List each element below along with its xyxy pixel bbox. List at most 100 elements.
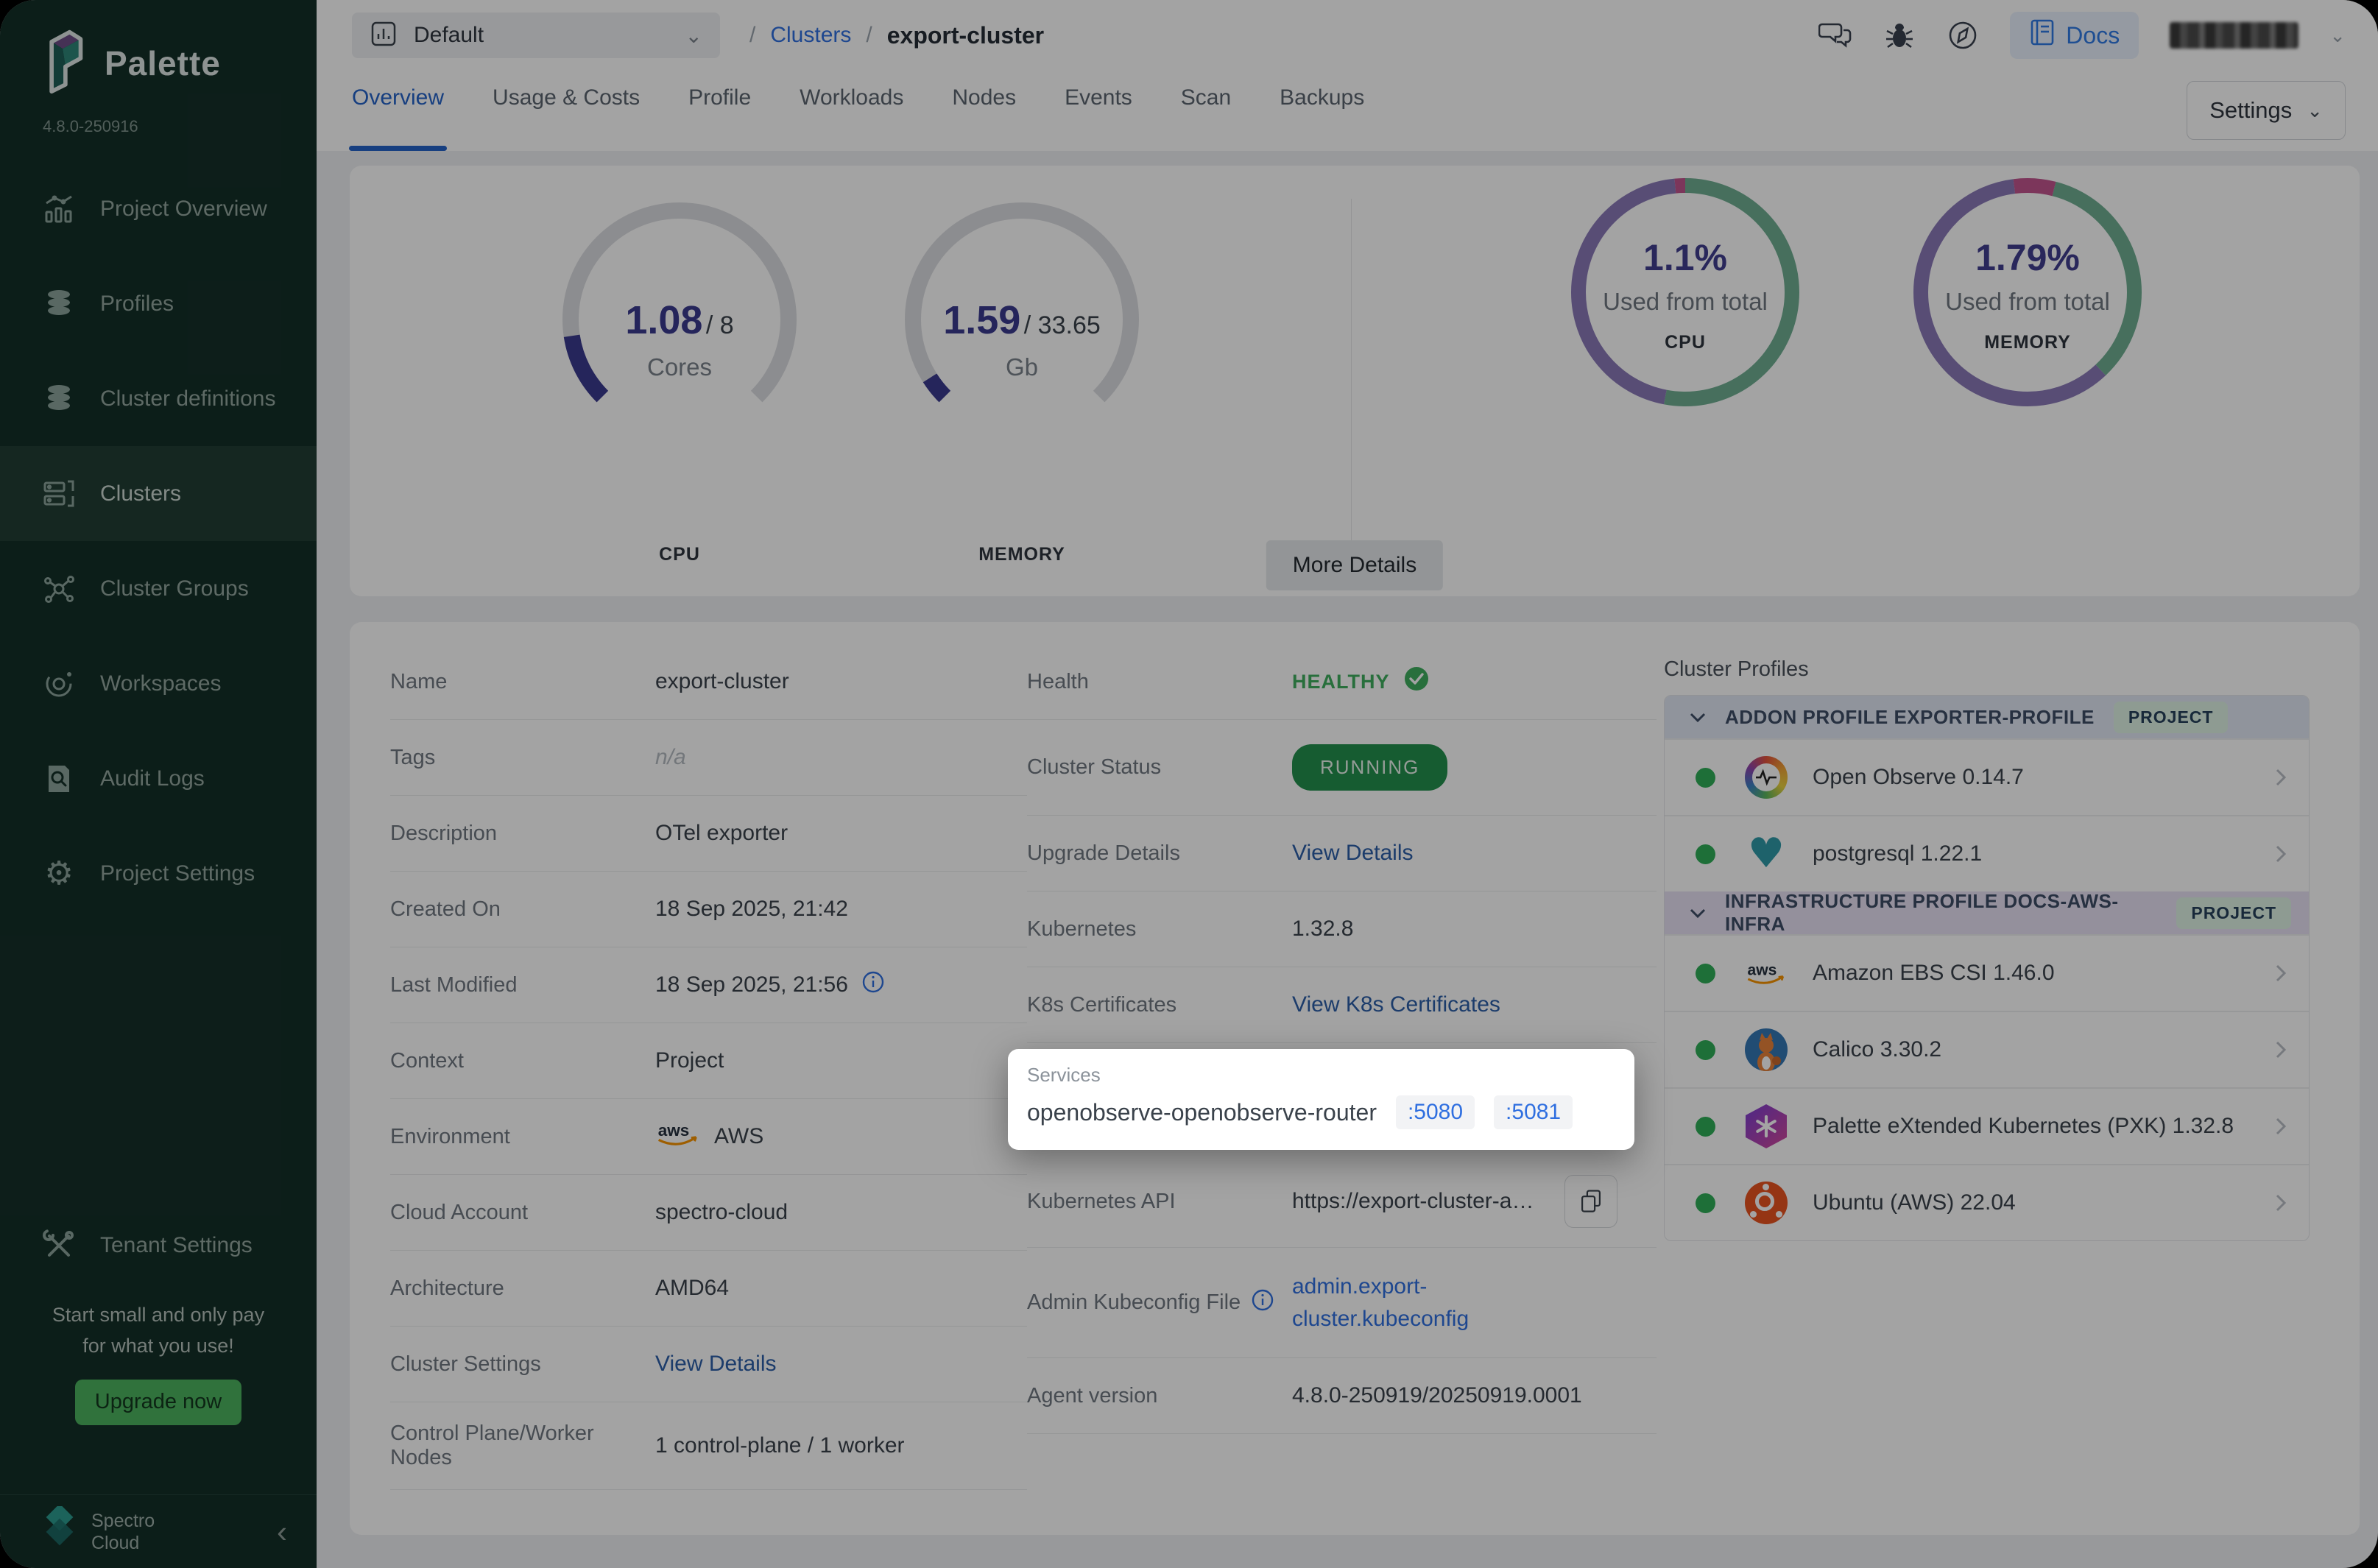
sidebar-item-clusters[interactable]: Clusters: [0, 446, 317, 541]
status-dot: [1696, 844, 1715, 864]
topbar: Default ⌄ / Clusters / export-cluster: [317, 0, 2378, 151]
view-k8s-certificates-link[interactable]: View K8s Certificates: [1292, 992, 1500, 1017]
ubuntu-logo: [1743, 1180, 1789, 1226]
kubernetes-api-url: https://export-cluster-apiser...: [1292, 1189, 1542, 1214]
addon-profile-header[interactable]: ADDON PROFILE EXPORTER-PROFILE PROJECT: [1665, 696, 2309, 738]
project-badge: PROJECT: [2176, 897, 2291, 929]
memory-gauge: 1.59 / 33.65 Gb MEMORY: [897, 194, 1147, 596]
chevron-right-icon: [2275, 1117, 2287, 1136]
sidebar-item-workspaces[interactable]: Workspaces: [0, 636, 317, 731]
sidebar-item-cluster-groups[interactable]: Cluster Groups: [0, 541, 317, 636]
sidebar-item-profiles[interactable]: Profiles: [0, 256, 317, 351]
status-row-cluster-status: Cluster Status RUNNING: [1027, 720, 1657, 816]
bug-report-icon[interactable]: [1883, 19, 1916, 52]
sidebar-item-label: Project Overview: [100, 197, 267, 222]
cpu-gauge-label: CPU: [554, 544, 805, 565]
upgrade-now-button[interactable]: Upgrade now: [75, 1380, 241, 1425]
memory-usage-donut: 1.79% Used from total MEMORY: [1910, 174, 2145, 596]
tab-nodes[interactable]: Nodes: [952, 85, 1016, 151]
memory-used-percent: 1.79%: [1910, 236, 2145, 279]
user-name-redacted[interactable]: [2170, 22, 2298, 49]
cpu-used-value: 1.08: [625, 298, 702, 342]
chevron-right-icon: [2275, 768, 2287, 787]
service-port-5080-link[interactable]: :5080: [1396, 1095, 1475, 1129]
more-details-button[interactable]: More Details: [1266, 540, 1443, 590]
openobserve-logo: [1743, 755, 1789, 800]
kubeconfig-download-link[interactable]: admin.export-cluster.kubeconfig: [1292, 1271, 1513, 1335]
gear-icon: ⚙: [38, 853, 80, 894]
chevron-right-icon: [2275, 1193, 2287, 1212]
breadcrumb: / Clusters / export-cluster: [749, 22, 1044, 49]
screen: Palette 4.8.0-250916 Project Overview: [0, 0, 2378, 1568]
details-column: Name export-cluster Tags n/a Description…: [390, 622, 1027, 1535]
utilization-card: 1.08 / 8 Cores CPU: [350, 166, 2360, 596]
project-selector[interactable]: Default ⌄: [352, 13, 720, 58]
memory-gauge-label: MEMORY: [897, 544, 1147, 565]
sidebar-item-tenant-settings[interactable]: Tenant Settings: [0, 1198, 317, 1293]
sidebar-collapse-icon[interactable]: ‹: [277, 1516, 287, 1547]
palette-logo-icon: [41, 28, 87, 98]
sidebar-item-label: Cluster definitions: [100, 386, 275, 412]
tab-workloads[interactable]: Workloads: [800, 85, 903, 151]
project-selector-value: Default: [414, 23, 484, 48]
palette-logo[interactable]: Palette: [0, 0, 317, 98]
info-icon[interactable]: [1251, 1288, 1274, 1318]
chevron-down-icon: ⌄: [685, 24, 702, 48]
sidebar-item-project-overview[interactable]: Project Overview: [0, 161, 317, 256]
info-icon[interactable]: [861, 970, 885, 1000]
chevron-down-icon: [1690, 706, 1706, 729]
settings-button[interactable]: Settings ⌄: [2187, 81, 2346, 140]
profile-layer-postgresql[interactable]: ♥ postgresql 1.22.1: [1665, 815, 2309, 891]
clusters-icon: [38, 473, 80, 515]
sidebar-item-label: Cluster Groups: [100, 576, 249, 601]
infrastructure-profile-header[interactable]: INFRASTRUCTURE PROFILE DOCS-AWS-INFRA PR…: [1665, 891, 2309, 934]
status-column: Health HEALTHY Cluster Status RUNNING: [1027, 622, 1657, 1535]
profile-layer-pxk[interactable]: Palette eXtended Kubernetes (PXK) 1.32.8: [1665, 1087, 2309, 1164]
cpu-unit: Cores: [554, 353, 805, 381]
upgrade-promo: Start small and only pay for what you us…: [0, 1300, 317, 1362]
upgrade-view-details-link[interactable]: View Details: [1292, 841, 1414, 866]
tab-scan[interactable]: Scan: [1181, 85, 1231, 151]
sidebar-item-label: Audit Logs: [100, 766, 205, 791]
profile-layer-ubuntu[interactable]: Ubuntu (AWS) 22.04: [1665, 1164, 2309, 1240]
docs-button[interactable]: Docs: [2010, 12, 2139, 59]
chevron-down-icon: [1690, 902, 1706, 925]
profile-layer-openobserve[interactable]: Open Observe 0.14.7: [1665, 738, 2309, 815]
sidebar-item-project-settings[interactable]: ⚙ Project Settings: [0, 826, 317, 921]
detail-row-nodes: Control Plane/Worker Nodes 1 control-pla…: [390, 1402, 1027, 1490]
status-dot: [1696, 1193, 1715, 1213]
sidebar-item-cluster-definitions[interactable]: Cluster definitions: [0, 351, 317, 446]
cpu-capacity: / 8: [706, 311, 734, 339]
sidebar-item-audit-logs[interactable]: Audit Logs: [0, 731, 317, 826]
page-content: 1.08 / 8 Cores CPU: [317, 151, 2378, 1568]
promo-line2: for what you use!: [0, 1331, 317, 1362]
pxk-logo: [1743, 1103, 1789, 1149]
cluster-groups-icon: [38, 568, 80, 610]
service-port-5081-link[interactable]: :5081: [1494, 1095, 1573, 1129]
breadcrumb-clusters-link[interactable]: Clusters: [770, 23, 851, 48]
tab-usage-costs[interactable]: Usage & Costs: [493, 85, 640, 151]
tab-overview[interactable]: Overview: [352, 85, 444, 151]
tab-profile[interactable]: Profile: [688, 85, 751, 151]
tab-events[interactable]: Events: [1065, 85, 1132, 151]
user-menu-chevron-icon[interactable]: ⌄: [2329, 24, 2346, 47]
aws-logo: aws: [1743, 950, 1789, 996]
tab-bar: Overview Usage & Costs Profile Workloads…: [317, 71, 2378, 151]
project-badge: PROJECT: [2114, 702, 2229, 733]
book-icon: [2029, 18, 2056, 53]
calico-logo: [1743, 1027, 1789, 1073]
memory-used-value: 1.59: [943, 298, 1020, 342]
feedback-chat-icon[interactable]: [1818, 20, 1852, 51]
sidebar-item-label: Tenant Settings: [100, 1233, 253, 1258]
profile-layer-amazon-ebs-csi[interactable]: aws Amazon EBS CSI 1.46.0: [1665, 934, 2309, 1011]
palette-logo-text: Palette: [105, 43, 221, 83]
detail-row-last-modified: Last Modified 18 Sep 2025, 21:56: [390, 947, 1027, 1023]
tab-backups[interactable]: Backups: [1280, 85, 1364, 151]
cluster-settings-view-details-link[interactable]: View Details: [655, 1352, 777, 1377]
compass-help-icon[interactable]: [1947, 19, 1979, 52]
copy-button[interactable]: [1564, 1175, 1617, 1228]
profile-layer-calico[interactable]: Calico 3.30.2: [1665, 1011, 2309, 1087]
audit-logs-icon: [38, 758, 80, 799]
detail-row-created-on: Created On 18 Sep 2025, 21:42: [390, 872, 1027, 947]
chevron-right-icon: [2275, 1040, 2287, 1059]
